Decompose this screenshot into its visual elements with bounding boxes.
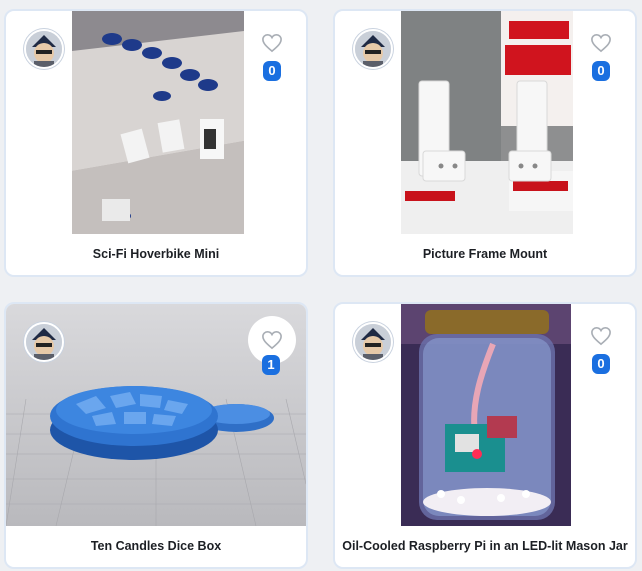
thing-title[interactable]: Ten Candles Dice Box [6,539,306,553]
user-avatar-icon[interactable] [353,322,393,362]
thing-card[interactable]: 0 Picture Frame Mount [333,9,637,277]
like-button[interactable]: 0 [579,318,623,378]
thing-card[interactable]: 0 Sci-Fi Hoverbike Mini [4,9,308,277]
thing-title[interactable]: Oil-Cooled Raspberry Pi in an LED-lit Ma… [335,539,635,553]
like-count-badge: 0 [592,354,610,374]
thing-card[interactable]: 1 Ten Candles Dice Box [4,302,308,569]
like-count-badge: 0 [263,61,281,81]
user-avatar-icon[interactable] [24,322,64,362]
heart-outline-icon [262,33,282,53]
user-avatar-icon[interactable] [353,29,393,69]
thing-thumbnail[interactable] [72,11,244,234]
heart-outline-icon [591,33,611,53]
like-count-badge: 0 [592,61,610,81]
thing-title[interactable]: Picture Frame Mount [335,247,635,261]
user-avatar-icon[interactable] [24,29,64,69]
like-count-badge: 1 [262,355,280,375]
thing-title[interactable]: Sci-Fi Hoverbike Mini [6,247,306,261]
thing-card[interactable]: 0 Oil-Cooled Raspberry Pi in an LED-lit … [333,302,637,569]
heart-outline-icon [262,330,282,350]
like-button[interactable]: 0 [250,25,294,85]
thing-thumbnail[interactable] [401,11,573,234]
heart-outline-icon [591,326,611,346]
like-button[interactable]: 1 [248,316,296,375]
like-button[interactable]: 0 [579,25,623,85]
thing-thumbnail[interactable] [401,304,571,526]
